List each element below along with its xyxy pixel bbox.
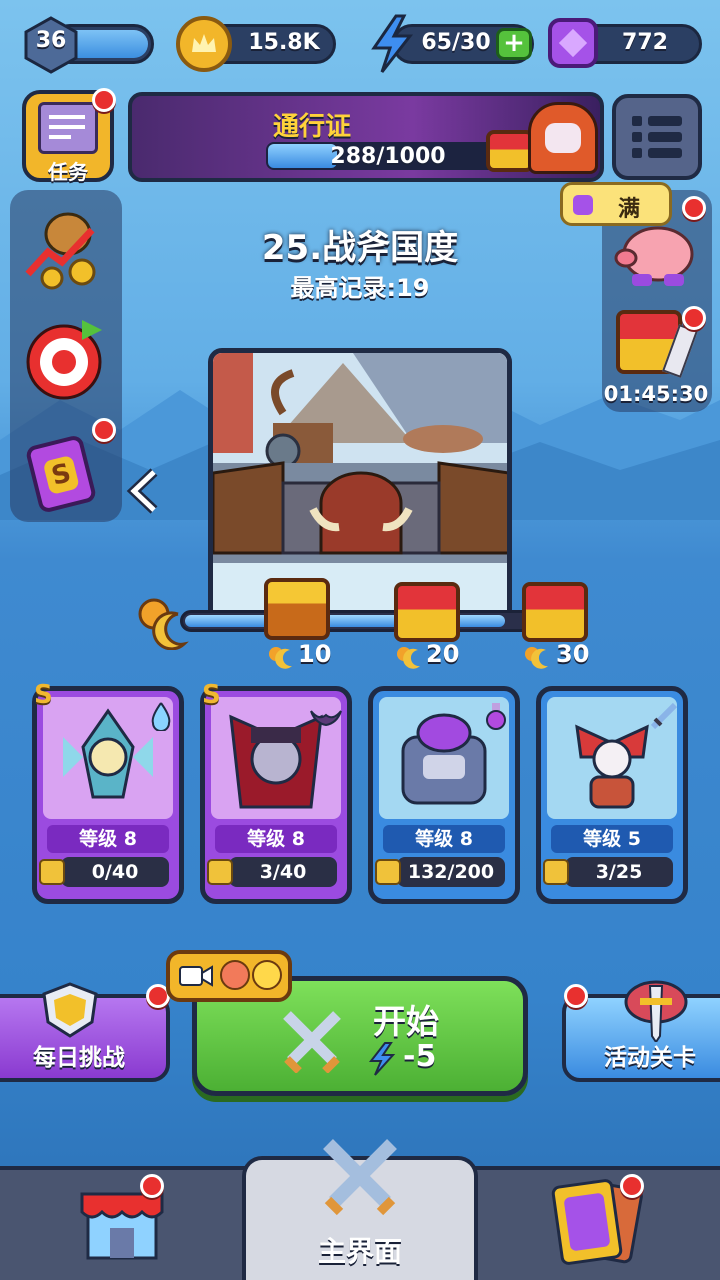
milestone-chest-20[interactable] <box>394 582 460 642</box>
gem-value: 772 <box>622 30 668 55</box>
knight-avatar-icon <box>528 102 598 174</box>
energy-value: 65/30 <box>421 30 491 55</box>
hero-shard-progress: 3/40 <box>229 857 337 887</box>
stage-preview[interactable] <box>208 348 512 624</box>
nav-cards[interactable] <box>480 1170 720 1280</box>
clipboard-icon <box>38 102 98 154</box>
ad-boost-button[interactable] <box>166 950 292 1002</box>
piggy-bank-button[interactable] <box>612 218 698 290</box>
pig-boost-icon <box>220 960 250 990</box>
hero-level: 等级 8 <box>215 825 337 853</box>
water-drop-icon <box>151 702 171 731</box>
daily-challenge-button[interactable]: 每日挑战 <box>0 982 170 1082</box>
milestone-label-20: 20 <box>426 640 460 668</box>
target-mission-button[interactable] <box>22 316 108 402</box>
rank-s-badge: S <box>34 680 53 710</box>
milestone-chest-10[interactable] <box>264 578 330 640</box>
hero-level: 等级 5 <box>551 825 673 853</box>
nav-main-label: 主界面 <box>317 1235 402 1268</box>
shop-notification-dot <box>140 1174 164 1198</box>
hero-card-2[interactable]: 等级 8 3/40 <box>200 686 352 904</box>
video-camera-icon <box>179 965 213 987</box>
cards-notification-dot <box>620 1174 644 1198</box>
main-crossed-swords-icon <box>323 1139 397 1216</box>
event-stage-label: 活动关卡 <box>604 1045 696 1071</box>
daily-challenge-label: 每日挑战 <box>33 1045 125 1071</box>
pass-chest-icon <box>486 130 534 172</box>
sun-moon-small-icon <box>525 647 548 669</box>
potion-icon <box>486 703 506 730</box>
hero-cards-icon <box>550 1178 624 1266</box>
piggy-bank-icon <box>614 226 694 286</box>
hero-level: 等级 8 <box>47 825 169 853</box>
nav-main[interactable]: 主界面 <box>242 1139 478 1280</box>
nav-shop[interactable] <box>0 1170 240 1280</box>
pass-progress-text: 288/1000 <box>330 144 446 169</box>
crossed-swords-shield-icon <box>42 982 98 1038</box>
hero-card-1[interactable]: 等级 8 0/40 <box>32 686 184 904</box>
add-energy-button[interactable]: + <box>496 28 532 60</box>
tasks-notification-dot <box>92 88 116 112</box>
s-card-button[interactable]: S <box>22 428 108 515</box>
gold-coin-icon <box>176 16 232 72</box>
hero-shard-progress: 3/25 <box>565 857 673 887</box>
s-card-notification-dot <box>92 418 116 442</box>
money-bag-chart-icon <box>25 212 96 290</box>
gem-icon <box>548 18 598 68</box>
event-stage-button[interactable]: 活动关卡 <box>562 980 720 1082</box>
milestone-label-10: 10 <box>298 640 332 668</box>
piggy-notification-dot <box>682 196 706 220</box>
puzzle-piece-icon <box>375 859 401 885</box>
start-cost: -5 <box>403 1039 437 1074</box>
puzzle-piece-icon <box>39 859 65 885</box>
hero-card-3[interactable]: 等级 8 132/200 <box>368 686 520 904</box>
coin-boost-icon <box>252 960 282 990</box>
event-notification-dot <box>564 984 588 1008</box>
pass-title: 通行证 <box>272 112 351 142</box>
milestone-chest-30[interactable] <box>522 582 588 642</box>
hero-card-4[interactable]: 等级 5 3/25 <box>536 686 688 904</box>
tasks-label: 任务 <box>48 160 88 184</box>
sun-moon-icon <box>138 598 189 650</box>
viking-village-illustration <box>213 353 507 619</box>
menu-button[interactable] <box>612 94 702 180</box>
collapse-chevron-icon[interactable] <box>124 466 164 516</box>
list-menu-icon <box>632 116 682 158</box>
start-label: 开始 <box>373 1002 439 1041</box>
target-icon <box>26 320 102 400</box>
puzzle-piece-icon <box>207 859 233 885</box>
puzzle-piece-icon <box>543 859 569 885</box>
sun-moon-small-icon <box>397 647 420 669</box>
lightning-icon <box>371 14 414 73</box>
chest-notification-dot <box>682 306 706 330</box>
stage-best-record: 最高记录:19 <box>290 274 430 302</box>
hero-shard-progress: 0/40 <box>61 857 169 887</box>
sword-emblem-icon <box>624 980 688 1042</box>
sun-moon-small-icon <box>269 647 292 669</box>
crossed-swords-icon <box>283 1011 341 1073</box>
lightning-cost-icon <box>368 1042 396 1076</box>
hero-level: 等级 8 <box>383 825 505 853</box>
growth-fund-button[interactable] <box>22 204 108 290</box>
s-card-icon: S <box>24 433 98 515</box>
sword-icon <box>650 702 678 730</box>
hero-shard-progress: 132/200 <box>397 857 505 887</box>
gold-value: 15.8K <box>248 30 320 55</box>
chest-countdown: 01:45:30 <box>603 382 709 406</box>
bat-icon <box>310 710 342 727</box>
level-value: 36 <box>35 28 67 53</box>
gem-small-icon <box>573 195 593 215</box>
battle-pass-banner[interactable]: 通行证 288/1000 <box>128 92 604 182</box>
milestone-label-30: 30 <box>556 640 590 668</box>
stage-progress-bar <box>180 610 540 632</box>
stage-title: 25.战斧国度 <box>261 228 459 268</box>
rank-s-badge: S <box>202 680 221 710</box>
